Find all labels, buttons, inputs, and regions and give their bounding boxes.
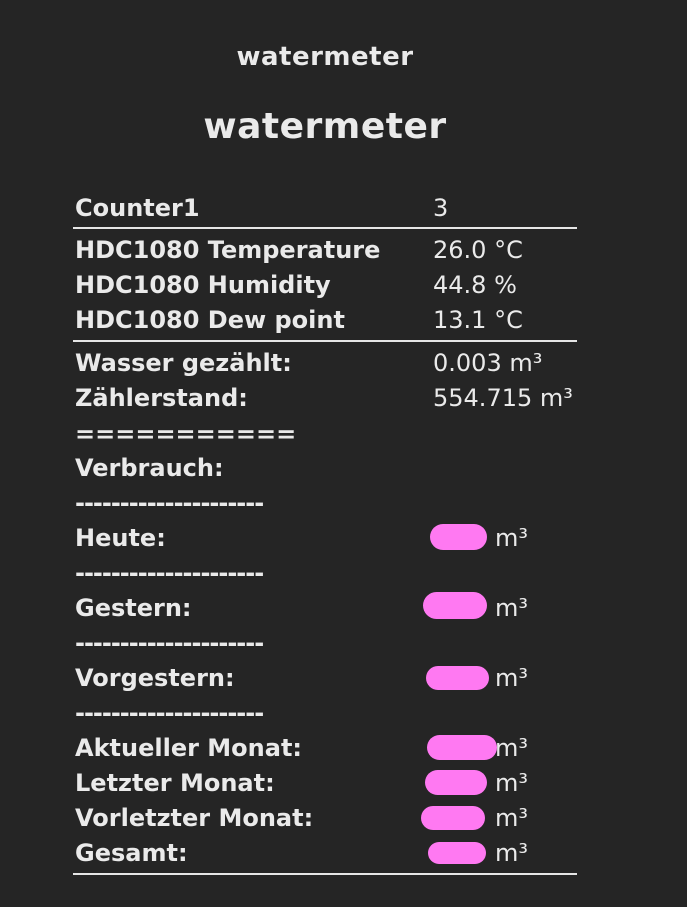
redaction-mark bbox=[425, 770, 487, 795]
redaction-mark bbox=[426, 666, 489, 690]
meter-reading-value: 554.715 m³ bbox=[433, 384, 573, 412]
consumption-title-row: Verbrauch: bbox=[75, 452, 585, 484]
header-title: watermeter bbox=[236, 42, 414, 72]
dewpoint-row: HDC1080 Dew point 13.1 °C bbox=[75, 304, 585, 336]
dash-separator: --------------------- bbox=[75, 489, 264, 517]
temperature-row: HDC1080 Temperature 26.0 °C bbox=[75, 234, 585, 266]
equals-separator: =========== bbox=[75, 420, 297, 448]
unit-label: m³ bbox=[495, 524, 528, 552]
consumption-label-today: Heute: bbox=[75, 524, 166, 552]
temperature-label: HDC1080 Temperature bbox=[75, 236, 381, 264]
meter-reading-row: Zählerstand: 554.715 m³ bbox=[75, 382, 585, 414]
consumption-row-total: Gesamt: m³ bbox=[75, 837, 585, 869]
dash-separator: --------------------- bbox=[75, 559, 264, 587]
consumption-label-month-before-last: Vorletzter Monat: bbox=[75, 804, 314, 832]
consumption-row-last-month: Letzter Monat: m³ bbox=[75, 767, 585, 799]
unit-label: m³ bbox=[495, 594, 528, 622]
counter-row: Counter1 3 bbox=[75, 192, 585, 224]
redaction-mark bbox=[423, 592, 487, 619]
water-counted-value: 0.003 m³ bbox=[433, 349, 543, 377]
unit-label: m³ bbox=[495, 664, 528, 692]
consumption-row-day-before-yesterday: Vorgestern: m³ bbox=[75, 662, 585, 694]
humidity-value: 44.8 % bbox=[433, 271, 517, 299]
redaction-mark bbox=[421, 806, 485, 830]
page-title: watermeter bbox=[203, 106, 447, 147]
divider bbox=[73, 227, 577, 229]
dash-separator: --------------------- bbox=[75, 629, 264, 657]
consumption-row-today: Heute: m³ bbox=[75, 522, 585, 554]
dash-separator: --------------------- bbox=[75, 699, 264, 727]
redaction-mark bbox=[430, 524, 487, 550]
humidity-label: HDC1080 Humidity bbox=[75, 271, 331, 299]
unit-label: m³ bbox=[495, 769, 528, 797]
consumption-label-total: Gesamt: bbox=[75, 839, 188, 867]
consumption-label-current-month: Aktueller Monat: bbox=[75, 734, 303, 762]
divider bbox=[73, 340, 577, 342]
divider bbox=[73, 873, 577, 875]
counter-value: 3 bbox=[433, 194, 449, 222]
consumption-label-day-before-yesterday: Vorgestern: bbox=[75, 664, 235, 692]
temperature-value: 26.0 °C bbox=[433, 236, 523, 264]
consumption-row-month-before-last: Vorletzter Monat: m³ bbox=[75, 802, 585, 834]
consumption-row-yesterday: Gestern: m³ bbox=[75, 592, 585, 624]
meter-reading-label: Zählerstand: bbox=[75, 384, 248, 412]
dewpoint-value: 13.1 °C bbox=[433, 306, 523, 334]
consumption-label-yesterday: Gestern: bbox=[75, 594, 192, 622]
counter-label: Counter1 bbox=[75, 194, 200, 222]
redaction-mark bbox=[427, 735, 497, 760]
unit-label: m³ bbox=[495, 804, 528, 832]
dewpoint-label: HDC1080 Dew point bbox=[75, 306, 345, 334]
consumption-row-current-month: Aktueller Monat: m³ bbox=[75, 732, 585, 764]
consumption-title: Verbrauch: bbox=[75, 454, 224, 482]
water-counted-row: Wasser gezählt: 0.003 m³ bbox=[75, 347, 585, 379]
humidity-row: HDC1080 Humidity 44.8 % bbox=[75, 269, 585, 301]
water-counted-label: Wasser gezählt: bbox=[75, 349, 292, 377]
unit-label: m³ bbox=[495, 734, 528, 762]
unit-label: m³ bbox=[495, 839, 528, 867]
consumption-label-last-month: Letzter Monat: bbox=[75, 769, 275, 797]
redaction-mark bbox=[428, 842, 486, 864]
